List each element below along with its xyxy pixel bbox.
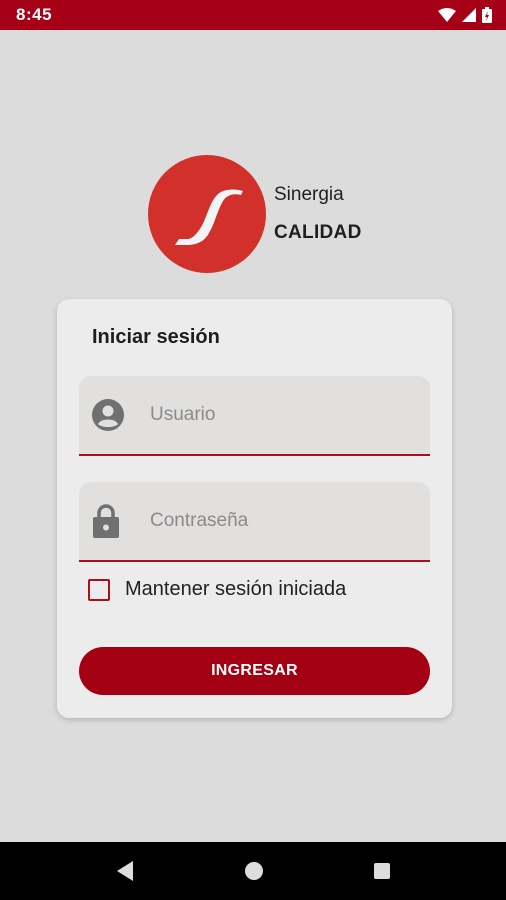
status-time: 8:45 — [16, 5, 53, 24]
status-icons — [438, 7, 492, 23]
brand-name: Sinergia CALIDAD — [274, 184, 362, 244]
username-field[interactable]: Usuario — [79, 376, 430, 456]
wifi-icon — [438, 8, 456, 22]
system-nav-bar — [0, 842, 506, 900]
password-field[interactable]: Contraseña — [79, 482, 430, 562]
remember-label: Mantener sesión iniciada — [125, 578, 347, 600]
login-title: Iniciar sesión — [92, 326, 220, 348]
lock-icon — [92, 504, 142, 538]
battery-icon — [482, 7, 492, 23]
brand-line-1: Sinergia — [274, 184, 344, 205]
brand-logo: Sinergia CALIDAD — [148, 155, 362, 273]
status-bar: 8:45 — [0, 0, 506, 30]
recents-icon[interactable] — [373, 862, 391, 880]
login-card: Iniciar sesión Usuario Contraseña Manten… — [57, 299, 452, 718]
signal-icon — [462, 8, 476, 22]
remember-checkbox[interactable] — [88, 578, 110, 601]
home-icon[interactable] — [244, 861, 264, 881]
password-placeholder: Contraseña — [150, 510, 249, 531]
brand-line-2: CALIDAD — [274, 222, 362, 243]
account-circle-icon — [92, 399, 142, 431]
username-placeholder: Usuario — [150, 404, 216, 425]
back-icon[interactable] — [115, 860, 135, 882]
login-button[interactable]: INGRESAR — [79, 647, 430, 695]
remember-session[interactable]: Mantener sesión iniciada — [88, 578, 346, 601]
logo-mark — [148, 155, 266, 273]
s-logo-icon — [175, 189, 243, 245]
